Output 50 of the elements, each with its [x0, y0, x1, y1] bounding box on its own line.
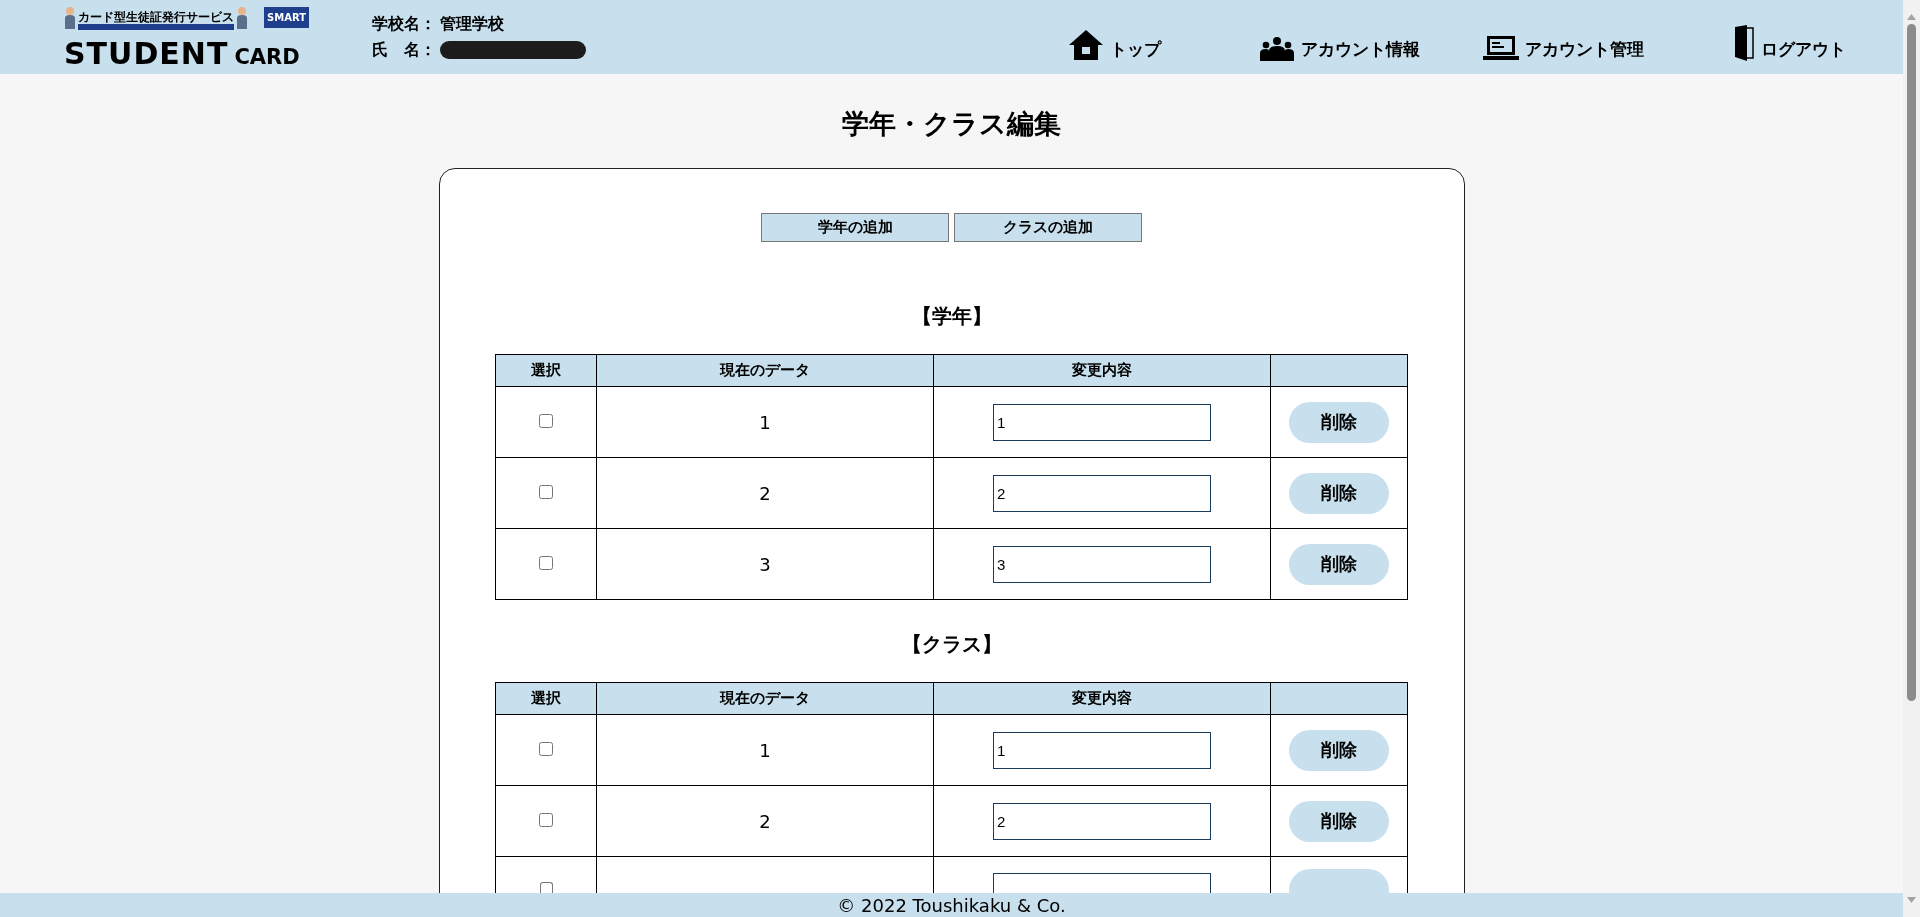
table-cell: 1: [596, 386, 934, 458]
column-header: 選択: [495, 354, 597, 387]
input-field[interactable]: 1: [993, 403, 1211, 441]
nav-link[interactable]: トップ: [1068, 13, 1259, 61]
logo-text: STUDENT: [64, 38, 229, 70]
table-cell: 2: [596, 785, 934, 857]
logo-text: CARD: [234, 44, 300, 70]
checkbox[interactable]: [539, 741, 553, 756]
student-figure-icon: [236, 6, 248, 30]
add-button[interactable]: クラスの追加: [954, 213, 1142, 242]
laptop-icon: [1483, 35, 1519, 61]
nav-link[interactable]: ログアウト: [1733, 13, 1883, 61]
footer-bar: © 2022 Toushikaku & Co.: [0, 893, 1903, 917]
nav-link[interactable]: アカウント情報: [1259, 13, 1483, 61]
checkbox[interactable]: [539, 555, 553, 570]
table-cell: 2: [596, 457, 934, 529]
input-field[interactable]: 2: [993, 802, 1211, 840]
input-field[interactable]: 2: [993, 474, 1211, 512]
add-button[interactable]: 学年の追加: [761, 213, 949, 242]
table-cell: 1: [596, 714, 934, 786]
input-field[interactable]: 3: [993, 545, 1211, 583]
column-header: 変更内容: [933, 682, 1271, 715]
column-header: 選択: [495, 682, 597, 715]
table-cell: 3: [596, 528, 934, 600]
student-figure-icon: [64, 6, 76, 30]
delete-button[interactable]: 削除: [1289, 729, 1389, 771]
section-heading: 【学年】: [911, 303, 992, 330]
people-icon: [1259, 37, 1295, 61]
page-title: 学年・クラス編集: [842, 107, 1061, 141]
school-name: 管理学校: [440, 13, 504, 35]
school-label: 学校名：: [372, 13, 436, 35]
name-label: 氏 名：: [372, 39, 436, 61]
delete-button[interactable]: 削除: [1289, 472, 1389, 514]
door-icon: [1733, 25, 1755, 61]
logo-badge: SMART: [264, 7, 309, 28]
delete-button[interactable]: 削除: [1289, 401, 1389, 443]
nav-link[interactable]: アカウント管理: [1483, 13, 1733, 61]
column-header: 現在のデータ: [596, 682, 934, 715]
delete-button[interactable]: 削除: [1289, 543, 1389, 585]
scrollbar[interactable]: [1903, 0, 1920, 917]
checkbox[interactable]: [539, 812, 553, 827]
checkbox[interactable]: [539, 484, 553, 499]
home-icon: [1068, 29, 1104, 61]
column-header: 現在のデータ: [596, 354, 934, 387]
input-field[interactable]: 1: [993, 731, 1211, 769]
logo-tagline: カード型生徒証発行サービス: [78, 10, 234, 30]
column-header: 変更内容: [933, 354, 1271, 387]
delete-button[interactable]: 削除: [1289, 800, 1389, 842]
section-heading: 【クラス】: [901, 631, 1002, 658]
checkbox[interactable]: [539, 413, 553, 428]
